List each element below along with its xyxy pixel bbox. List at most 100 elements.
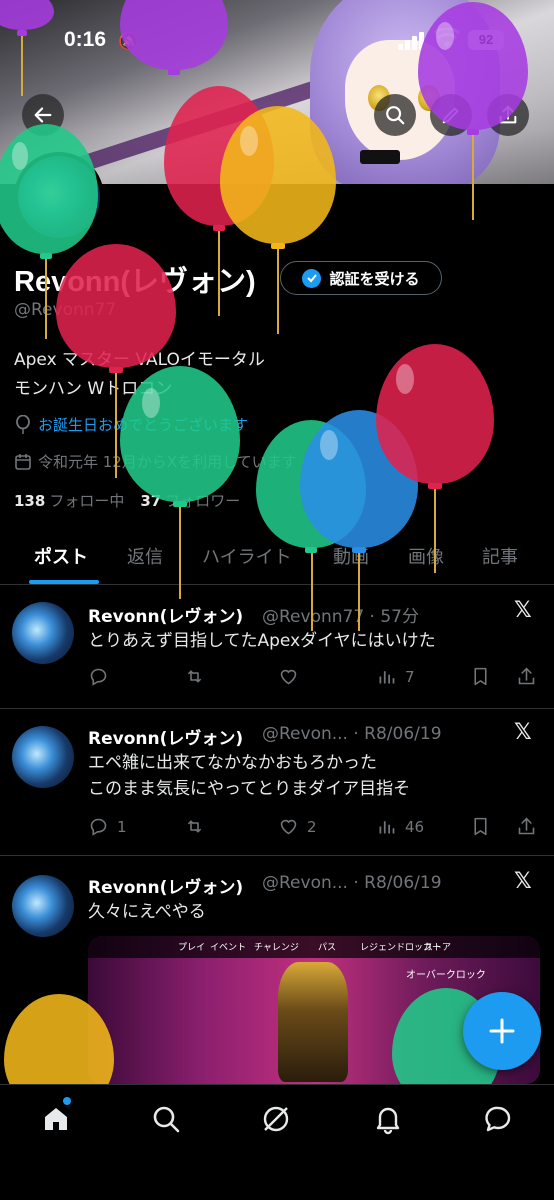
- like-button[interactable]: [278, 666, 307, 687]
- hud-tab: プレイ: [178, 943, 206, 953]
- balloon: [376, 344, 496, 576]
- post-handle-time: @Revon... · R8/06/19: [262, 873, 442, 893]
- bookmark-button[interactable]: [470, 666, 491, 687]
- balloon-shine: [436, 22, 454, 50]
- nav-search[interactable]: [146, 1099, 186, 1139]
- post-text: 久々にえぺやる: [88, 902, 206, 922]
- balloon-body: [0, 0, 54, 30]
- balloon-shine: [142, 388, 160, 418]
- balloon-shine: [240, 126, 258, 156]
- like-count: 2: [307, 817, 317, 836]
- nav-home[interactable]: [36, 1099, 76, 1139]
- like-icon: [280, 669, 297, 685]
- post-author-name[interactable]: Revonn(レヴォン): [88, 724, 243, 749]
- share-post-button[interactable]: [516, 666, 537, 687]
- balloon-string: [277, 249, 279, 334]
- balloon-string: [472, 135, 474, 220]
- balloon-string: [358, 553, 360, 631]
- balloon-knot: [168, 69, 180, 75]
- share-icon: [518, 667, 535, 685]
- balloon-body: [120, 0, 228, 70]
- following-count: 138: [14, 492, 46, 510]
- post-actions: 7: [88, 666, 538, 690]
- following-link[interactable]: 138 フォロー中: [14, 490, 124, 511]
- game-character: [278, 962, 348, 1082]
- balloon-string: [21, 36, 23, 96]
- nav-notifications[interactable]: [368, 1099, 408, 1139]
- hud-tab: イベント: [210, 943, 247, 953]
- balloon-string: [45, 259, 47, 339]
- home-icon: [45, 1108, 67, 1130]
- active-tab-indicator: [29, 580, 99, 584]
- views-icon: [379, 821, 395, 834]
- x-logo-icon[interactable]: 𝕏: [514, 598, 532, 623]
- reply-icon: [90, 668, 107, 686]
- post-text: エペ雑に出来てなかなかおもろかった このまま気長にやってとりまダイア目指そ: [88, 753, 411, 799]
- post-actions: 1 2 46: [88, 816, 538, 840]
- compose-post-button[interactable]: [463, 992, 541, 1070]
- post-avatar[interactable]: [12, 875, 74, 937]
- like-icon: [280, 819, 297, 835]
- share-post-button[interactable]: [516, 816, 537, 837]
- balloon-body: [120, 366, 240, 502]
- media-caption: オーバークロック: [406, 970, 486, 981]
- balloon: [220, 106, 338, 334]
- like-button[interactable]: 2: [278, 816, 317, 837]
- grok-icon: [263, 1106, 289, 1132]
- balloon-string: [115, 373, 117, 478]
- balloon: [0, 0, 60, 96]
- views-count: 46: [405, 817, 425, 836]
- share-icon: [518, 817, 535, 835]
- back-arrow-icon: [34, 107, 52, 123]
- reply-count: 1: [117, 817, 127, 836]
- notification-dot: [63, 1097, 71, 1105]
- balloon-icon: [16, 414, 30, 434]
- post-handle-time: @Revon... · R8/06/19: [262, 724, 442, 744]
- nav-grok[interactable]: [256, 1099, 296, 1139]
- tab-posts[interactable]: ポスト: [34, 543, 88, 569]
- post-avatar[interactable]: [12, 726, 74, 788]
- bell-icon: [376, 1107, 400, 1135]
- search-icon: [386, 106, 405, 125]
- search-button[interactable]: [374, 94, 416, 136]
- views-icon: [379, 671, 395, 684]
- character-collar: [360, 150, 400, 164]
- x-logo-icon[interactable]: 𝕏: [514, 869, 532, 894]
- bookmark-icon: [474, 817, 487, 836]
- balloon-shine: [320, 430, 338, 460]
- bookmark-icon: [474, 667, 487, 686]
- plus-icon: [489, 1018, 515, 1044]
- post-author-name[interactable]: Revonn(レヴォン): [88, 602, 243, 627]
- search-icon: [153, 1106, 180, 1133]
- repost-button[interactable]: [184, 816, 213, 837]
- views-button[interactable]: 46: [376, 816, 424, 837]
- balloon: [418, 2, 530, 222]
- views-button[interactable]: 7: [376, 666, 415, 687]
- bottom-nav: [0, 1084, 554, 1200]
- post-item[interactable]: Revonn(レヴォン) @Revon... · R8/06/19 𝕏 エペ雑に…: [0, 710, 554, 856]
- balloon-shine: [396, 364, 414, 394]
- reply-button[interactable]: [88, 666, 117, 687]
- reply-icon: [90, 818, 107, 836]
- game-hud-bar: プレイ イベント チャレンジ パス レジェンドロッカー ストア: [88, 936, 540, 958]
- nav-messages[interactable]: [478, 1099, 518, 1139]
- balloon-body: [220, 106, 336, 244]
- get-verified-label: 認証を受ける: [329, 269, 420, 288]
- post-avatar[interactable]: [12, 602, 74, 664]
- hud-tab: チャレンジ: [254, 943, 299, 953]
- balloon-body: [376, 344, 494, 484]
- reply-button[interactable]: 1: [88, 816, 127, 837]
- balloon-body: [418, 2, 528, 130]
- status-time: 0:16: [64, 28, 107, 51]
- balloon: [120, 366, 242, 602]
- post-author-name[interactable]: Revonn(レヴォン): [88, 873, 243, 898]
- repost-icon: [187, 820, 202, 833]
- x-logo-icon[interactable]: 𝕏: [514, 720, 532, 745]
- balloon-shine: [12, 142, 28, 170]
- balloon-string: [434, 489, 436, 573]
- bookmark-button[interactable]: [470, 816, 491, 837]
- views-count: 7: [405, 667, 415, 686]
- balloon-body: [56, 244, 176, 368]
- repost-icon: [187, 670, 202, 683]
- repost-button[interactable]: [184, 666, 213, 687]
